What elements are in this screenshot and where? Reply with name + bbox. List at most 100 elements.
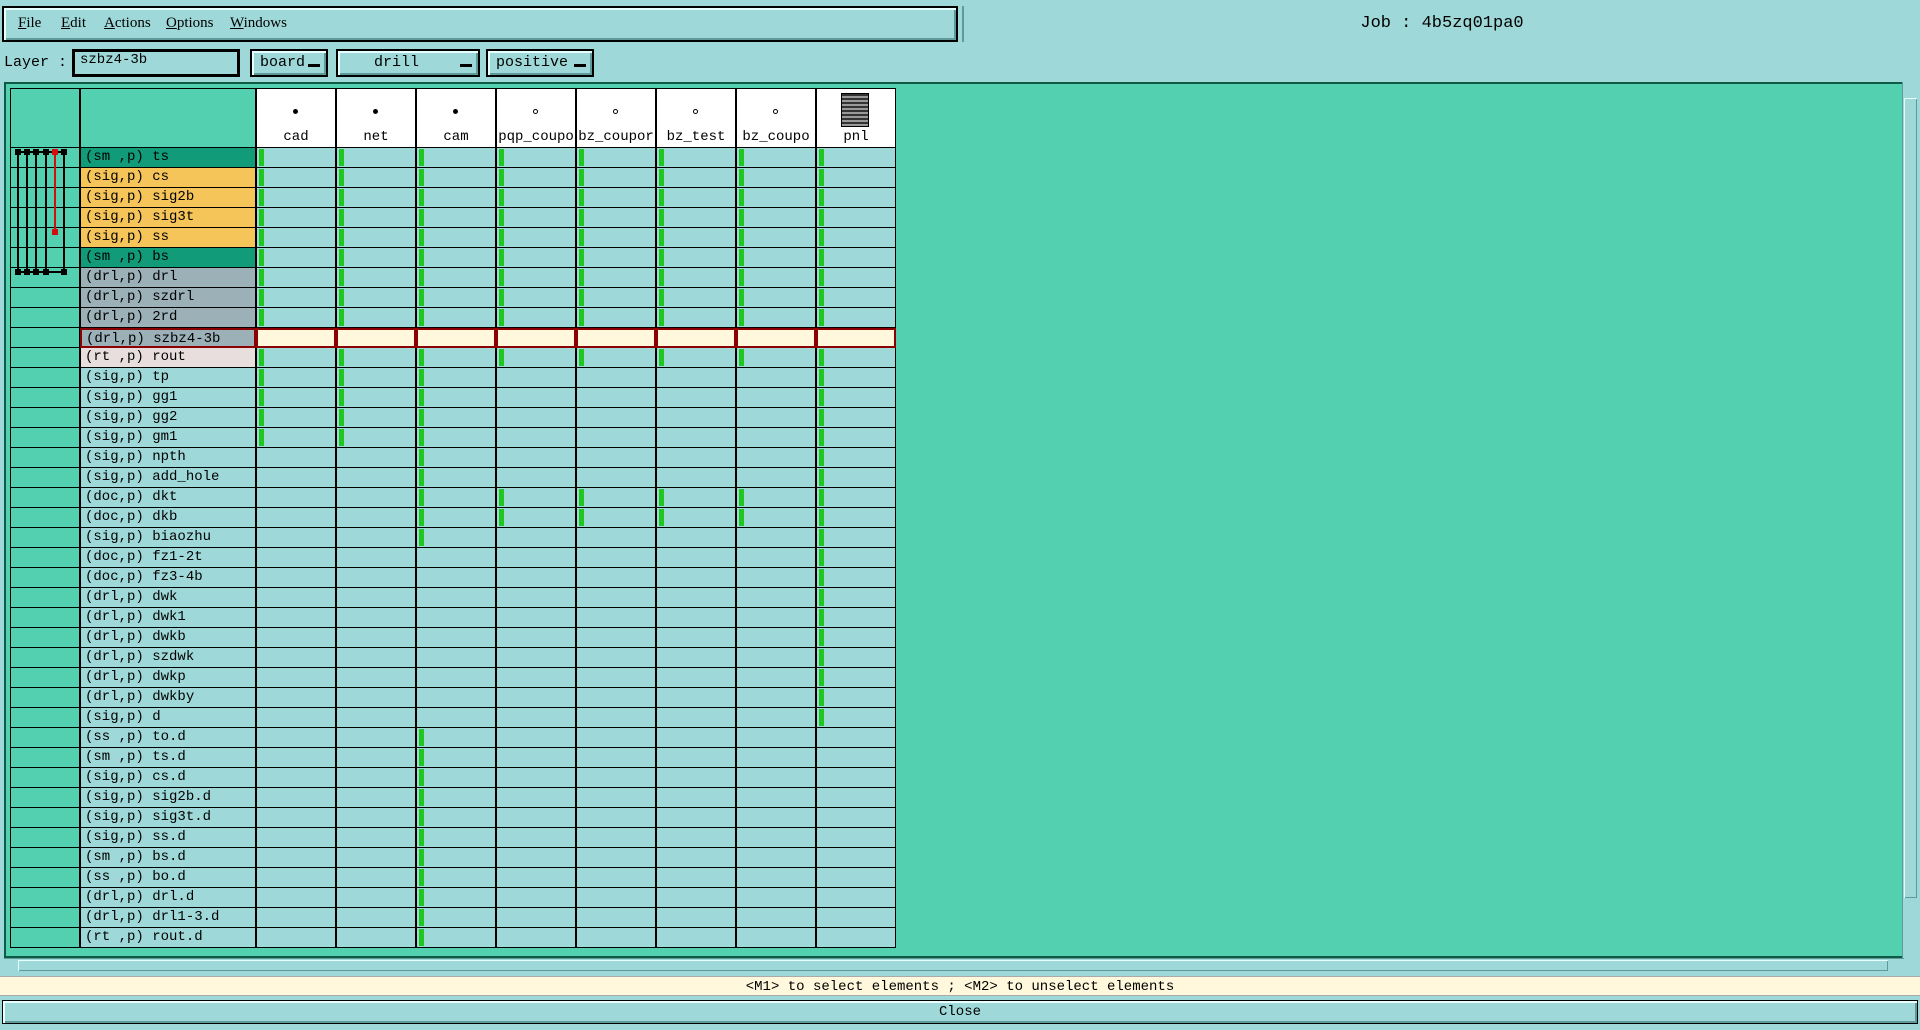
matrix-cell[interactable]	[496, 368, 576, 388]
matrix-cell[interactable]	[736, 288, 816, 308]
layer-name-cell[interactable]: (doc,p) fz3-4b	[80, 568, 256, 588]
matrix-cell[interactable]	[496, 468, 576, 488]
matrix-cell[interactable]	[656, 388, 736, 408]
matrix-cell[interactable]	[656, 928, 736, 948]
matrix-cell[interactable]	[416, 648, 496, 668]
layer-name-cell[interactable]: (sm ,p) ts.d	[80, 748, 256, 768]
matrix-cell[interactable]	[256, 208, 336, 228]
matrix-cell[interactable]	[656, 268, 736, 288]
matrix-cell[interactable]	[256, 848, 336, 868]
step-column-bz_coupo[interactable]: bz_coupo	[736, 88, 816, 148]
matrix-cell[interactable]	[496, 688, 576, 708]
matrix-cell[interactable]	[336, 828, 416, 848]
matrix-cell[interactable]	[336, 388, 416, 408]
matrix-cell[interactable]	[256, 148, 336, 168]
matrix-cell[interactable]	[816, 188, 896, 208]
matrix-cell[interactable]	[656, 568, 736, 588]
matrix-cell[interactable]	[816, 368, 896, 388]
layer-name-cell[interactable]: (drl,p) drl	[80, 268, 256, 288]
matrix-cell[interactable]	[416, 628, 496, 648]
matrix-cell[interactable]	[736, 148, 816, 168]
matrix-cell[interactable]	[256, 808, 336, 828]
matrix-cell[interactable]	[816, 748, 896, 768]
matrix-cell[interactable]	[416, 908, 496, 928]
layer-name-cell[interactable]: (drl,p) szdrl	[80, 288, 256, 308]
matrix-cell[interactable]	[656, 648, 736, 668]
matrix-cell[interactable]	[336, 248, 416, 268]
matrix-cell[interactable]	[656, 428, 736, 448]
matrix-cell[interactable]	[256, 188, 336, 208]
matrix-cell[interactable]	[816, 228, 896, 248]
matrix-cell[interactable]	[656, 168, 736, 188]
step-column-bz_test[interactable]: bz_test	[656, 88, 736, 148]
matrix-cell[interactable]	[816, 848, 896, 868]
matrix-cell[interactable]	[576, 408, 656, 428]
matrix-cell[interactable]	[416, 308, 496, 328]
matrix-cell[interactable]	[256, 448, 336, 468]
matrix-cell[interactable]	[816, 828, 896, 848]
matrix-cell[interactable]	[336, 308, 416, 328]
matrix-cell[interactable]	[656, 248, 736, 268]
matrix-cell[interactable]	[256, 508, 336, 528]
layer-name-cell[interactable]: (sig,p) sig3t.d	[80, 808, 256, 828]
matrix-cell[interactable]	[736, 728, 816, 748]
matrix-cell[interactable]	[576, 748, 656, 768]
matrix-cell[interactable]	[656, 148, 736, 168]
matrix-cell[interactable]	[256, 568, 336, 588]
matrix-cell[interactable]	[576, 788, 656, 808]
matrix-cell[interactable]	[496, 828, 576, 848]
matrix-cell[interactable]	[656, 808, 736, 828]
matrix-cell[interactable]	[416, 688, 496, 708]
matrix-cell[interactable]	[496, 288, 576, 308]
matrix-cell[interactable]	[816, 708, 896, 728]
matrix-cell[interactable]	[256, 668, 336, 688]
matrix-cell[interactable]	[816, 568, 896, 588]
matrix-cell[interactable]	[576, 168, 656, 188]
matrix-cell[interactable]	[736, 208, 816, 228]
matrix-cell[interactable]	[416, 448, 496, 468]
matrix-cell[interactable]	[256, 548, 336, 568]
matrix-cell[interactable]	[416, 668, 496, 688]
matrix-cell[interactable]	[576, 708, 656, 728]
matrix-cell[interactable]	[336, 868, 416, 888]
matrix-cell[interactable]	[416, 708, 496, 728]
matrix-cell[interactable]	[416, 348, 496, 368]
matrix-cell[interactable]	[576, 388, 656, 408]
matrix-cell[interactable]	[416, 288, 496, 308]
matrix-cell[interactable]	[816, 908, 896, 928]
horizontal-scroll-thumb[interactable]	[18, 960, 1888, 971]
matrix-cell[interactable]	[256, 488, 336, 508]
matrix-cell[interactable]	[816, 248, 896, 268]
matrix-cell[interactable]	[336, 808, 416, 828]
matrix-cell[interactable]	[336, 708, 416, 728]
matrix-cell[interactable]	[576, 368, 656, 388]
step-column-pnl[interactable]: pnl	[816, 88, 896, 148]
matrix-cell[interactable]	[576, 728, 656, 748]
matrix-cell[interactable]	[416, 468, 496, 488]
matrix-cell[interactable]	[576, 348, 656, 368]
matrix-cell[interactable]	[736, 488, 816, 508]
matrix-cell[interactable]	[336, 148, 416, 168]
matrix-cell[interactable]	[496, 428, 576, 448]
matrix-cell[interactable]	[576, 888, 656, 908]
matrix-cell[interactable]	[816, 628, 896, 648]
matrix-cell[interactable]	[576, 188, 656, 208]
matrix-cell[interactable]	[816, 148, 896, 168]
layer-name-cell[interactable]: (drl,p) szbz4-3b	[80, 328, 256, 348]
layer-name-cell[interactable]: (sig,p) gg2	[80, 408, 256, 428]
matrix-cell[interactable]	[816, 688, 896, 708]
matrix-cell[interactable]	[336, 208, 416, 228]
matrix-cell[interactable]	[656, 748, 736, 768]
matrix-cell[interactable]	[256, 748, 336, 768]
matrix-cell[interactable]	[576, 528, 656, 548]
matrix-cell[interactable]	[656, 288, 736, 308]
matrix-cell[interactable]	[736, 828, 816, 848]
matrix-cell[interactable]	[816, 308, 896, 328]
matrix-cell[interactable]	[256, 588, 336, 608]
matrix-cell[interactable]	[656, 528, 736, 548]
menu-item-options[interactable]: Options	[166, 15, 214, 32]
polarity-option-menu[interactable]: positive	[486, 49, 594, 77]
matrix-cell[interactable]	[576, 268, 656, 288]
layer-name-cell[interactable]: (sig,p) npth	[80, 448, 256, 468]
matrix-cell[interactable]	[416, 388, 496, 408]
